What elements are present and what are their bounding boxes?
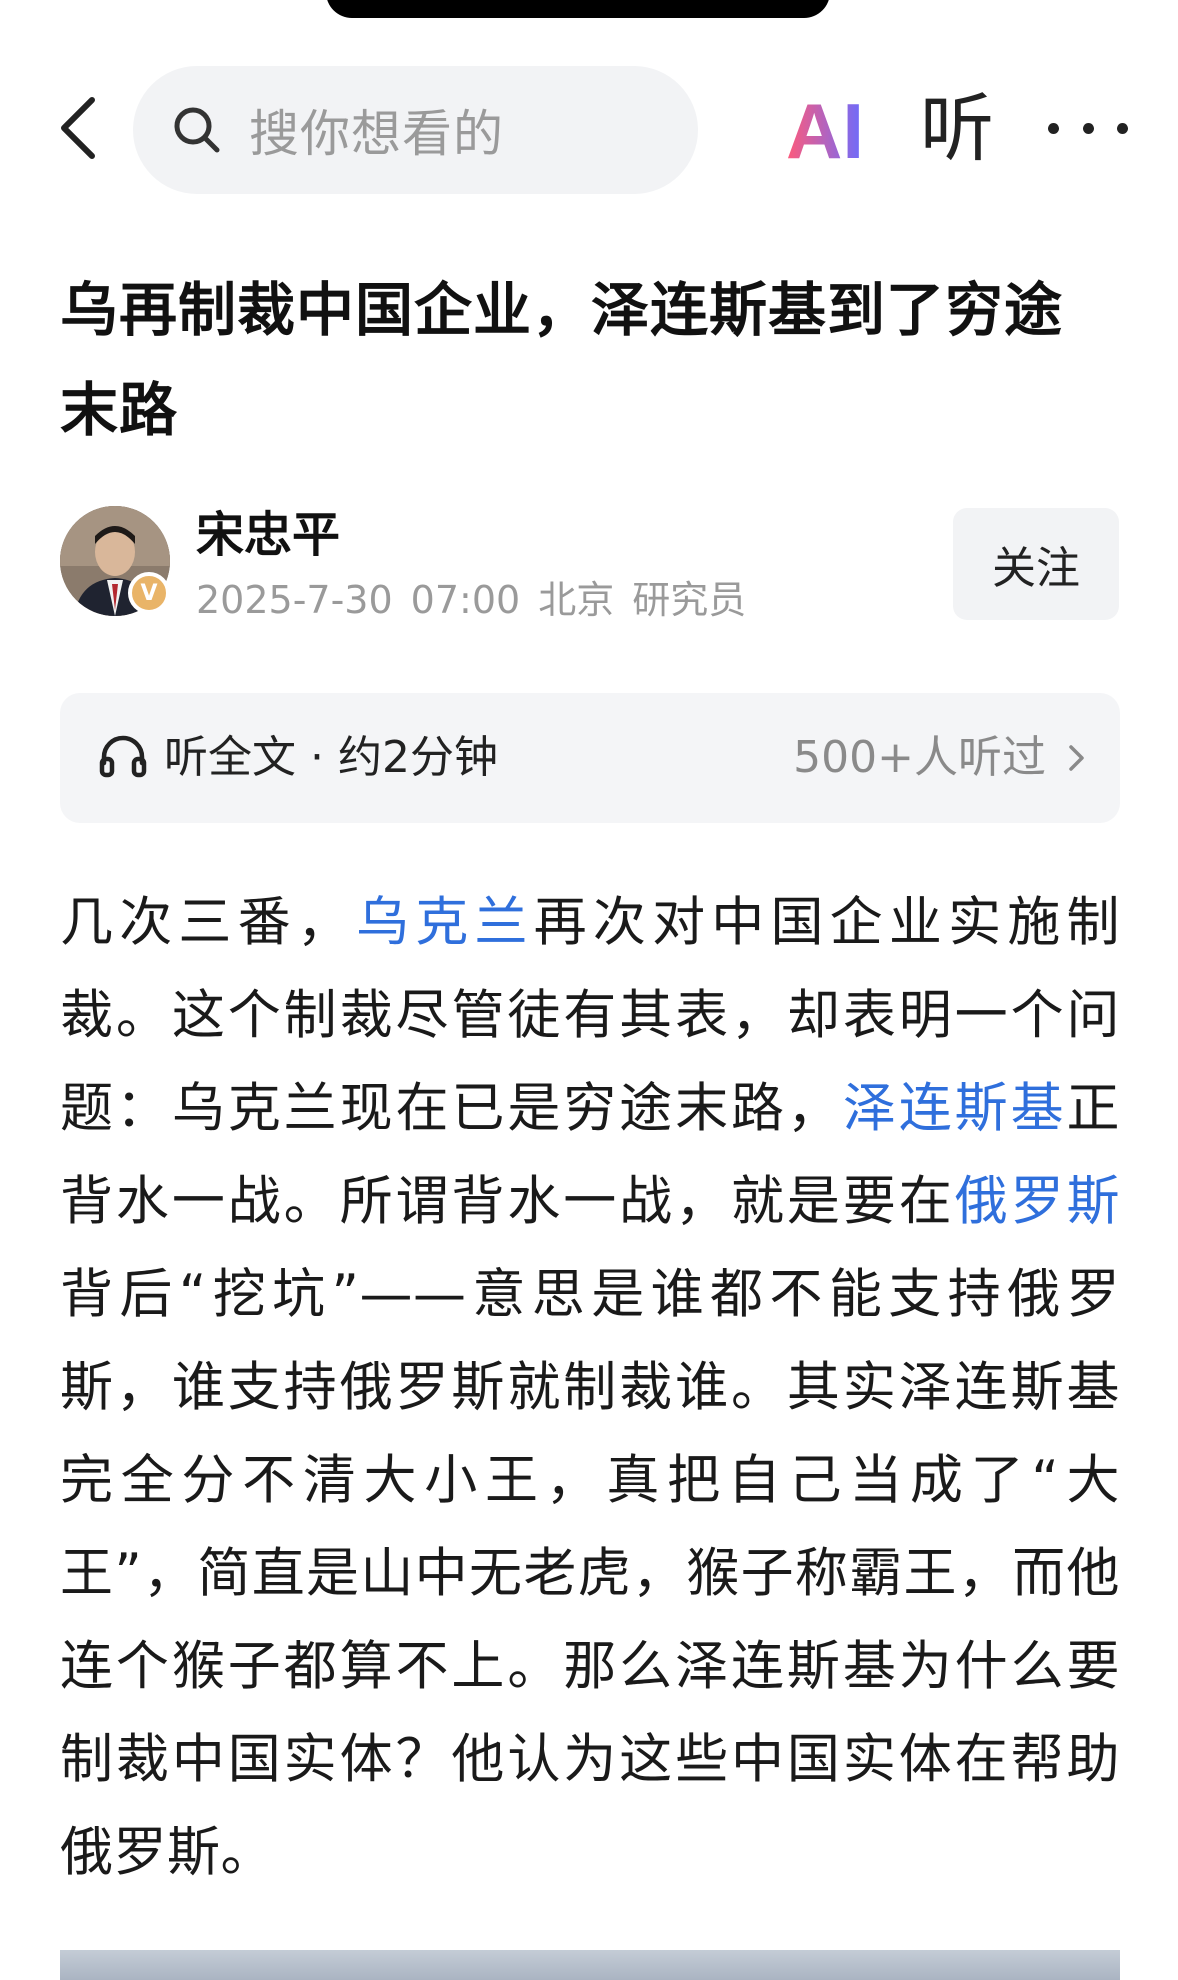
- back-button[interactable]: [50, 90, 106, 166]
- listen-button[interactable]: 听: [920, 84, 994, 174]
- publish-date: 2025-7-30: [196, 578, 393, 622]
- article-image-top: [60, 1950, 1120, 1980]
- headphones-icon: [99, 735, 147, 778]
- author-location: 北京: [538, 578, 615, 622]
- author-name[interactable]: 宋忠平: [196, 500, 340, 570]
- search-icon: [174, 107, 220, 153]
- ai-icon: AI: [786, 87, 864, 175]
- device-notch: [326, 0, 830, 18]
- search-bar[interactable]: 搜你想看的: [133, 66, 698, 194]
- author-meta: 2025-7-30 07:00 北京 研究员: [196, 572, 764, 628]
- ai-label: AI: [786, 90, 864, 170]
- publish-time: 07:00: [410, 578, 521, 622]
- link-russia[interactable]: 俄罗斯: [955, 1171, 1120, 1232]
- chevron-left-icon: [61, 97, 95, 159]
- more-dot-icon: [1082, 122, 1094, 134]
- listen-label: 听全文 · 约2分钟: [164, 732, 498, 783]
- more-dot-icon: [1117, 122, 1128, 134]
- author-row: V 宋忠平 2025-7-30 07:00 北京 研究员 关注: [60, 500, 1120, 630]
- article-body-paragraph: 几次三番，乌克兰再次对中国企业实施制裁。这个制裁尽管徒有其表，却表明一个问题：乌…: [60, 876, 1120, 1899]
- search-placeholder: 搜你想看的: [249, 105, 504, 163]
- top-bar: 搜你想看的 AI 听: [0, 64, 1178, 194]
- verified-badge-icon: V: [128, 572, 170, 614]
- listen-full-text-card[interactable]: 听全文 · 约2分钟 500+人听过: [60, 693, 1120, 823]
- chevron-right-icon: [1069, 745, 1084, 771]
- body-text-segment: 背后“挖坑”——意思是谁都不能支持俄罗斯，谁支持俄罗斯就制裁谁。其实泽连斯基完全…: [60, 1264, 1120, 1883]
- listen-count: 500+人听过: [793, 732, 1046, 783]
- article-title: 乌再制裁中国企业，泽连斯基到了穷途末路: [60, 276, 1064, 444]
- author-role: 研究员: [632, 578, 747, 622]
- more-dot-icon: [1048, 122, 1059, 134]
- link-ukraine[interactable]: 乌克兰: [356, 892, 534, 953]
- body-text-segment: 几次三番，: [60, 892, 357, 953]
- ai-button[interactable]: AI: [782, 87, 902, 175]
- more-button[interactable]: [1048, 98, 1128, 158]
- link-zelensky[interactable]: 泽连斯基: [843, 1078, 1067, 1139]
- follow-button[interactable]: 关注: [953, 508, 1119, 620]
